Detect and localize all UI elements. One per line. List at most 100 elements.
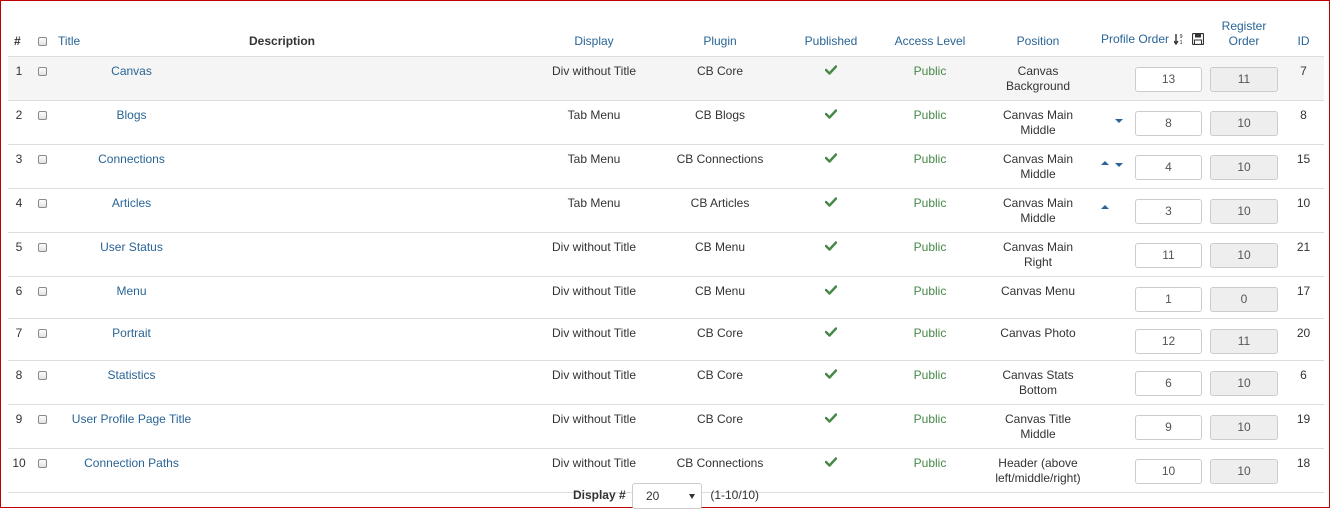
row-checkbox[interactable] [37,242,47,252]
profile-order-input[interactable] [1135,66,1202,92]
access-level-cell: Public [881,188,979,233]
id-cell: 6 [1283,360,1324,405]
profile-order-cell [1097,360,1205,405]
check-icon[interactable] [825,196,837,210]
title-cell: User Status [54,232,209,277]
profile-order-input[interactable] [1135,370,1202,396]
position-cell: Canvas Main Middle [979,100,1097,145]
id-cell: 21 [1283,232,1324,277]
access-level-cell: Public [881,360,979,405]
profile-order-input[interactable] [1135,328,1202,354]
order-arrows [1097,327,1127,347]
check-icon[interactable] [825,456,837,470]
order-arrows [1097,457,1127,477]
check-icon[interactable] [825,240,837,254]
col-title-header[interactable]: Title [54,18,209,57]
title-cell: Canvas [54,56,209,101]
tab-title-link[interactable]: Connection Paths [84,456,179,470]
col-checkall-header [30,18,54,57]
published-cell [781,360,881,405]
check-icon[interactable] [825,326,837,340]
col-position-header[interactable]: Position [979,18,1097,57]
position-line1: Canvas Title [1004,411,1072,426]
row-select-cell [30,276,54,319]
arrow-down-icon[interactable] [1113,159,1125,169]
order-arrows [1097,153,1127,173]
tab-title-link[interactable]: Blogs [116,108,146,122]
id-cell: 20 [1283,318,1324,361]
register-order-cell [1205,188,1283,233]
register-order-input [1210,66,1278,92]
position-line2: Bottom [1018,382,1057,397]
table-row: 3 Connections Tab Menu CB Connections Public… [8,144,1324,189]
table-row: 7 Portrait Div without Title CB Core Public C… [8,318,1324,361]
profile-order-input[interactable] [1135,286,1202,312]
tab-title-link[interactable]: Connections [98,152,165,166]
tab-title-link[interactable]: Statistics [107,368,155,382]
row-checkbox[interactable] [37,198,47,208]
row-number: 9 [8,404,30,449]
check-icon[interactable] [825,152,837,166]
col-access-header[interactable]: Access Level [881,18,979,57]
register-order-input [1210,110,1278,136]
tab-title-link[interactable]: User Status [100,240,163,254]
profile-order-sort-link[interactable]: Profile Order [1101,32,1169,46]
profile-order-input[interactable] [1135,198,1202,224]
plugin-cell: CB Menu [659,232,781,277]
check-icon[interactable] [825,64,837,78]
col-num-header: # [8,18,30,57]
col-register-order-header[interactable]: Register Order [1205,18,1283,57]
published-cell [781,100,881,145]
plugin-cell: CB Articles [659,188,781,233]
row-checkbox[interactable] [37,286,47,296]
profile-order-input[interactable] [1135,154,1202,180]
tab-title-link[interactable]: User Profile Page Title [72,412,191,426]
profile-order-cell [1097,232,1205,277]
description-cell [209,56,529,101]
tab-title-link[interactable]: Canvas [111,64,152,78]
profile-order-input[interactable] [1135,110,1202,136]
display-cell: Div without Title [529,56,659,101]
arrow-down-icon[interactable] [1113,115,1125,125]
title-cell: Articles [54,188,209,233]
order-arrows [1097,369,1127,389]
col-display-header[interactable]: Display [529,18,659,57]
check-icon[interactable] [825,284,837,298]
profile-order-cell [1097,56,1205,101]
profile-order-input[interactable] [1135,414,1202,440]
plugin-cell: CB Core [659,318,781,361]
display-count-select[interactable]: 20 [632,483,702,509]
row-checkbox[interactable] [37,414,47,424]
position-cell: Canvas Main Middle [979,144,1097,189]
save-disk-icon[interactable] [1191,32,1204,49]
col-id-header[interactable]: ID [1283,18,1324,57]
tab-title-link[interactable]: Articles [112,196,151,210]
col-plugin-header[interactable]: Plugin [659,18,781,57]
tab-title-link[interactable]: Menu [116,284,146,298]
title-cell: Menu [54,276,209,319]
table-row: 9 User Profile Page Title Div without Titl… [8,404,1324,449]
profile-order-input[interactable] [1135,242,1202,268]
position-line1: Canvas Main [1002,107,1074,122]
check-icon[interactable] [825,412,837,426]
tab-title-link[interactable]: Portrait [112,326,151,340]
display-cell: Div without Title [529,360,659,405]
sort-numeric-icon[interactable]: 9 1 [1173,33,1186,49]
col-published-header[interactable]: Published [781,18,881,57]
position-line1: Canvas Stats [1002,367,1074,382]
row-checkbox[interactable] [37,110,47,120]
row-checkbox[interactable] [37,370,47,380]
row-checkbox[interactable] [37,66,47,76]
check-icon[interactable] [825,368,837,382]
row-checkbox[interactable] [37,328,47,338]
check-all-checkbox[interactable] [37,36,47,46]
row-select-cell [30,188,54,233]
profile-order-input[interactable] [1135,458,1202,484]
row-checkbox[interactable] [37,458,47,468]
display-cell: Div without Title [529,276,659,319]
arrow-up-icon[interactable] [1099,203,1111,213]
check-icon[interactable] [825,108,837,122]
row-checkbox[interactable] [37,154,47,164]
table-row: 6 Menu Div without Title CB Menu Public Canva… [8,276,1324,319]
arrow-up-icon[interactable] [1099,159,1111,169]
